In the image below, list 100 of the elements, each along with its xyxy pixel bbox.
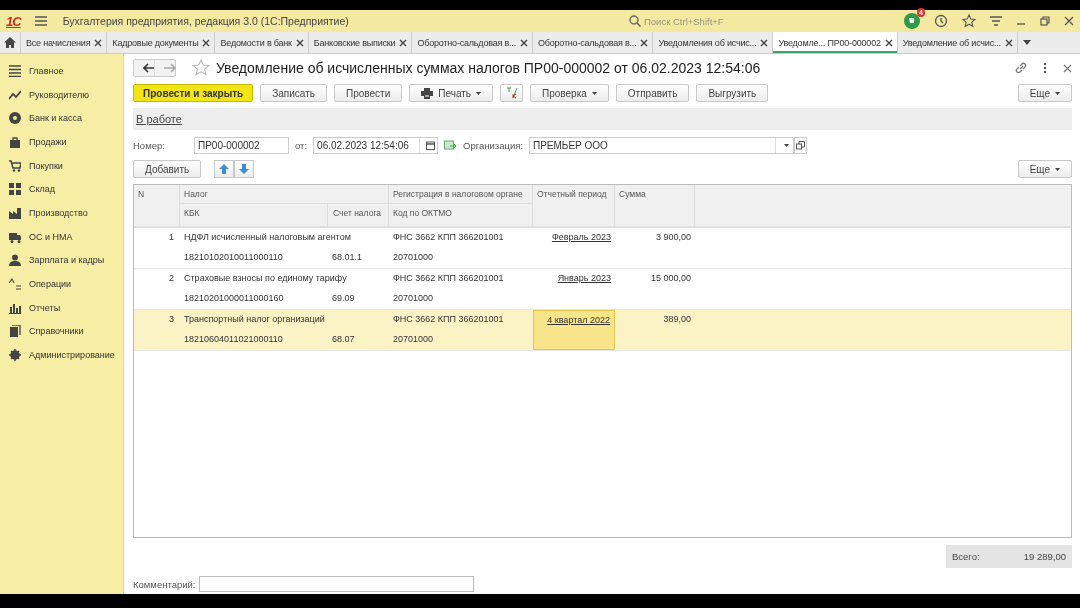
sidebar-item[interactable]: Покупки xyxy=(0,153,123,178)
period-link[interactable]: Январь 2023 xyxy=(557,273,611,283)
toolbar-button[interactable]: Выгрузить xyxy=(696,84,769,102)
dt-kt-button[interactable] xyxy=(500,84,523,102)
back-arrow-icon xyxy=(143,63,155,73)
close-icon[interactable] xyxy=(202,38,211,47)
tab-label: Все начисления xyxy=(26,37,91,48)
table-cell: ФНС 3662 КПП 366201001 xyxy=(393,273,504,283)
window-title: Бухгалтерия предприятия, редакция 3.0 (1С:Предприятие) xyxy=(62,15,349,27)
more-button[interactable]: Еще xyxy=(1017,160,1072,178)
table-cell: 3 xyxy=(169,314,174,324)
sidebar-item[interactable]: Администрирование xyxy=(0,343,123,367)
table-row[interactable]: 1 НДФЛ исчисленный налоговым агентом ФНС 3662 КПП 366201001 Февраль 2023 3 900,00 18210102010011000110 68.01.1 20701000 xyxy=(134,228,1071,269)
column-header: Налог xyxy=(184,189,208,199)
comment-field[interactable] xyxy=(199,576,475,592)
tab-label: Ведомости в банк xyxy=(220,37,292,48)
forward-arrow-icon xyxy=(164,63,176,73)
close-icon[interactable] xyxy=(1064,16,1074,26)
sidebar-item[interactable]: Зарплата и кадры xyxy=(0,248,123,273)
field-label: от: xyxy=(295,139,308,151)
link-icon[interactable] xyxy=(1015,62,1027,74)
table-cell: 68.07 xyxy=(332,334,355,344)
dropdown-arrow-icon[interactable] xyxy=(783,143,789,147)
person-icon xyxy=(9,254,21,267)
sidebar-item[interactable]: Главное xyxy=(0,59,123,83)
move-up-button[interactable] xyxy=(214,160,235,178)
debit-credit-icon xyxy=(505,87,518,99)
column-header: Регистрация в налоговом органе xyxy=(393,189,523,199)
period-link[interactable]: 4 квартал 2022 xyxy=(547,315,610,325)
period-link[interactable]: Февраль 2023 xyxy=(551,232,611,242)
document-title: Уведомление об исчисленных суммах налогов ПР00-000002 от 06.02.2023 12:54:06 xyxy=(216,60,761,76)
sidebar-item[interactable]: Продажи xyxy=(0,130,123,154)
menu-icon[interactable] xyxy=(34,16,47,26)
table-row[interactable]: 3 Транспортный налог организаций ФНС 3662 КПП 366201001 4 квартал 2022 389,00 18210604011021000110 68.07 20701000 xyxy=(134,310,1071,351)
books-icon xyxy=(9,325,21,338)
tab-label: Кадровые документы xyxy=(112,37,199,48)
move-down-button[interactable] xyxy=(234,160,255,178)
table-cell: 68.01.1 xyxy=(332,252,363,262)
more-icon[interactable] xyxy=(1043,62,1047,74)
sidebar-item[interactable]: Склад xyxy=(0,177,123,202)
tab-label: Уведомление об исчис... xyxy=(902,37,1001,48)
bag-icon xyxy=(9,135,21,148)
sidebar-item[interactable]: ОС и НМА xyxy=(0,224,123,249)
toolbar-button[interactable]: Провести xyxy=(334,84,403,102)
restore-icon[interactable] xyxy=(1040,16,1050,26)
notification-icon[interactable] xyxy=(904,13,920,29)
close-icon[interactable] xyxy=(640,38,649,47)
toolbar-button[interactable]: Записать xyxy=(260,84,327,102)
column-header: N xyxy=(138,189,145,199)
menu-icon[interactable] xyxy=(990,16,1002,26)
date-field[interactable]: 06.02.2023 12:54:06 xyxy=(313,136,439,154)
close-icon[interactable] xyxy=(1063,63,1072,73)
star-icon[interactable] xyxy=(962,14,976,28)
sidebar-item[interactable]: Банк и касса xyxy=(0,106,123,131)
close-icon[interactable] xyxy=(519,38,528,47)
dropdown-arrow-icon[interactable] xyxy=(1022,40,1031,45)
status-link[interactable]: В работе xyxy=(136,113,182,125)
table-cell: 3 900,00 xyxy=(655,232,691,242)
open-icon[interactable] xyxy=(796,140,805,150)
table-cell: ФНС 3662 КПП 366201001 xyxy=(393,232,504,242)
toolbar-button[interactable]: Отправить xyxy=(615,84,690,102)
close-icon[interactable] xyxy=(760,38,769,47)
table-cell: 18210201000011000160 xyxy=(184,293,284,303)
close-icon[interactable] xyxy=(94,38,103,47)
sidebar-item[interactable]: Операции xyxy=(0,272,123,296)
column-header: Счет налога xyxy=(333,208,382,218)
factory-icon xyxy=(9,206,21,219)
add-button[interactable]: Добавить xyxy=(133,160,202,178)
sidebar-item[interactable]: Производство xyxy=(0,201,123,225)
print-button[interactable]: Печать xyxy=(409,84,493,102)
star-icon[interactable] xyxy=(192,59,210,77)
sidebar-item[interactable]: Отчеты xyxy=(0,295,123,320)
home-icon[interactable] xyxy=(4,37,16,48)
post-and-close-button[interactable]: Провести и закрыть xyxy=(133,84,254,102)
sidebar-item[interactable]: Справочники xyxy=(0,319,123,344)
history-icon[interactable] xyxy=(934,14,948,28)
total-label: Всего: xyxy=(952,551,980,562)
chart-icon xyxy=(9,88,21,101)
tab-label: Уведомле... ПР00-000002 xyxy=(778,37,881,48)
table-cell: 1 xyxy=(169,232,174,242)
table-cell: 20701000 xyxy=(393,252,434,262)
table-cell: ФНС 3662 КПП 366201001 xyxy=(393,314,504,324)
close-icon[interactable] xyxy=(884,38,893,47)
field-label: Номер: xyxy=(133,139,166,151)
tab-label: Оборотно-сальдовая в... xyxy=(417,37,516,48)
organization-field[interactable]: ПРЕМЬЕР ООО xyxy=(529,136,794,154)
close-icon[interactable] xyxy=(295,38,304,47)
check-button[interactable]: Проверка xyxy=(530,84,609,102)
close-icon[interactable] xyxy=(1004,38,1013,47)
table-cell: НДФЛ исчисленный налоговым агентом xyxy=(184,232,351,242)
printer-icon xyxy=(421,87,434,99)
sidebar-item[interactable]: Руководителю xyxy=(0,82,123,107)
calendar-icon[interactable] xyxy=(425,140,435,150)
close-icon[interactable] xyxy=(399,38,408,47)
table-cell: 18210604011021000110 xyxy=(184,334,283,344)
total-value: 19 289,00 xyxy=(1023,551,1066,562)
search-field[interactable]: Поиск Ctrl+Shift+F xyxy=(625,14,740,28)
number-field[interactable]: ПР00-000002 xyxy=(194,136,289,154)
tab[interactable]: Уведомле... ПР00-000002 xyxy=(772,32,897,53)
more-button[interactable]: Еще xyxy=(1017,84,1072,102)
